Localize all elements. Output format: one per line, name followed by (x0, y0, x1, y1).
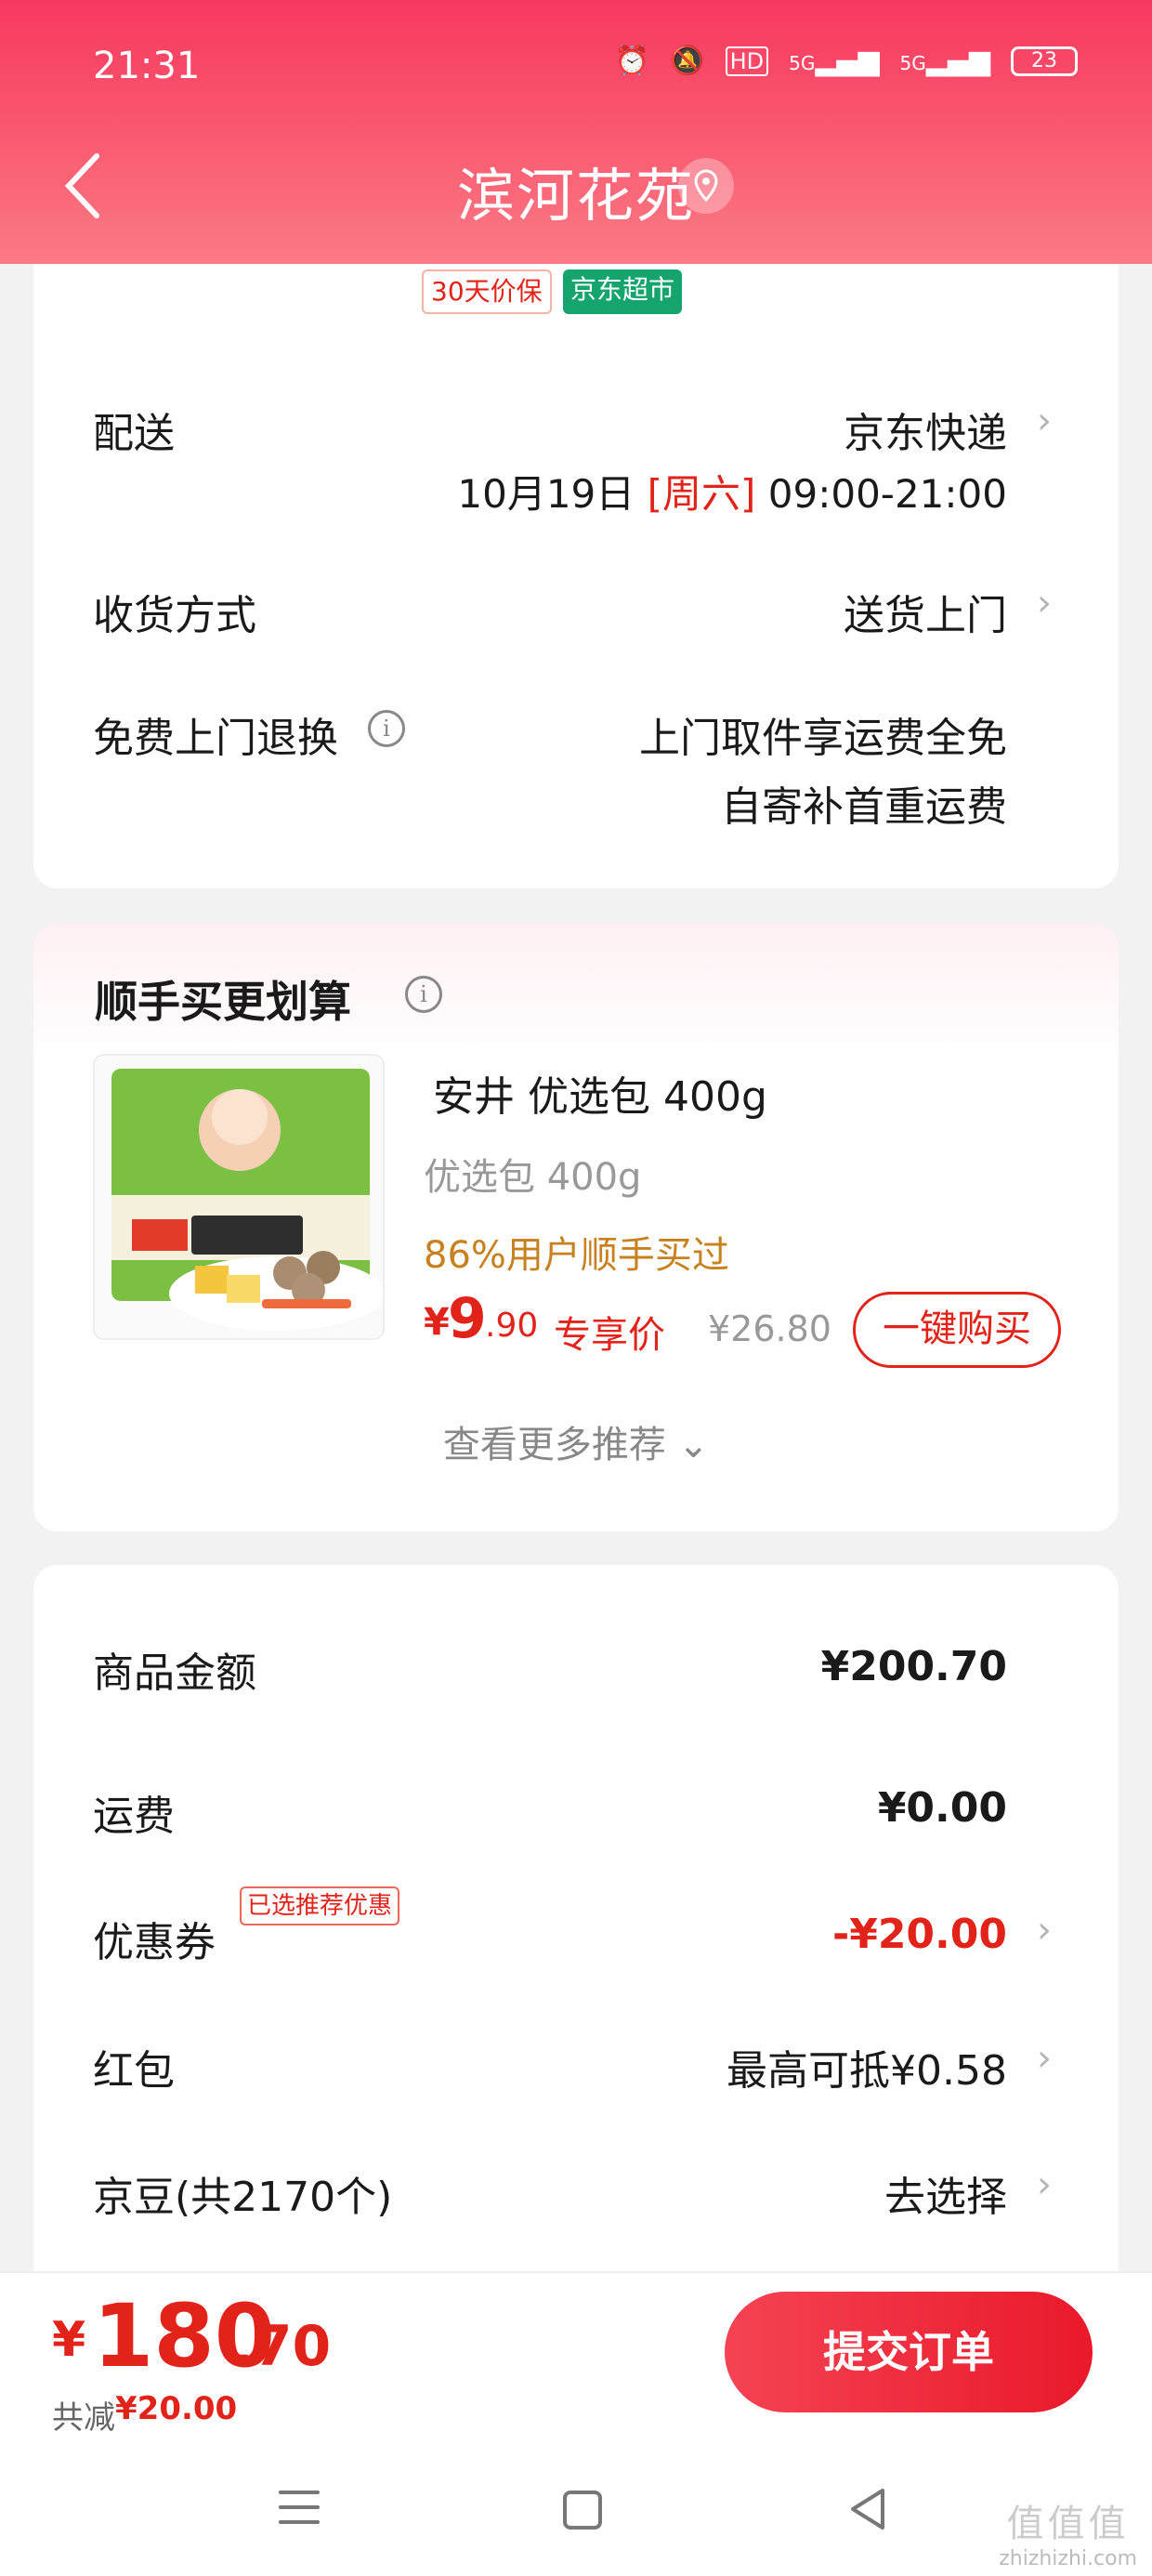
mute-bell-icon: 🔕 (670, 45, 705, 77)
chevron-right-icon: › (1037, 2163, 1052, 2206)
coupon-label: 优惠券 (93, 1919, 216, 1966)
original-price: ¥26.80 (708, 1308, 831, 1349)
red-packet-label: 红包 (93, 2047, 175, 2095)
status-time: 21:31 (93, 45, 201, 87)
status-bar: 21:31 ⏰ 🔕 HD 5G▂▄▆ 5G▂▄▆ 23 (0, 37, 1152, 102)
free-return-line2: 自寄补首重运费 (721, 783, 1007, 831)
alarm-icon: ⏰ (614, 45, 650, 77)
chevron-down-icon: ⌄ (677, 1424, 710, 1466)
chevron-right-icon: › (1037, 400, 1052, 442)
total-decimal: .70 (232, 2314, 332, 2379)
addon-title: 顺手买更划算 (95, 977, 351, 1027)
goods-amount-value: ¥200.70 (820, 1643, 1007, 1690)
status-icons: ⏰ 🔕 HD 5G▂▄▆ 5G▂▄▆ 23 (615, 45, 1078, 77)
home-icon[interactable] (563, 2491, 602, 2530)
freight-value: ¥0.00 (877, 1784, 1007, 1832)
receive-method-label: 收货方式 (93, 592, 256, 639)
product-image[interactable] (93, 1054, 385, 1340)
free-return-line1: 上门取件享运费全免 (639, 715, 1007, 762)
price-integer: 9 (448, 1286, 487, 1351)
free-return-label: 免费上门退换 (93, 715, 338, 762)
system-nav-bar: 值值值 zhizhizhi.com (0, 2457, 1152, 2576)
jd-market-tag: 京东超市 (563, 269, 683, 314)
discount-label: 共减 (52, 2399, 115, 2437)
delivery-card: 30天价保 京东超市 配送 京东快递 › 10月19日 [周六] 09:00-2… (33, 232, 1119, 888)
product-spec: 优选包 400g (424, 1156, 642, 1199)
signal-icon: 5G▂▄▆ (789, 45, 880, 77)
signal-icon-2: 5G▂▄▆ (899, 45, 990, 77)
back-triangle-icon[interactable] (845, 2485, 890, 2533)
freight-label: 运费 (93, 1793, 175, 1840)
watermark: 值值值 zhizhizhi.com (999, 2503, 1137, 2570)
delivery-carrier: 京东快递 (844, 410, 1007, 457)
page-title: 滨河花苑 (456, 162, 695, 230)
exclusive-price-label: 专享价 (554, 1314, 665, 1357)
price-summary-card: 商品金额 ¥200.70 运费 ¥0.00 优惠券 已选推荐优惠 -¥20.00… (33, 1565, 1119, 2308)
coupon-value: -¥20.00 (831, 1911, 1007, 1958)
see-more-recommendations[interactable]: 查看更多推荐 ⌄ (33, 1414, 1119, 1468)
jd-beans-value: 去选择 (884, 2174, 1007, 2221)
delivery-time: 10月19日 [周六] 09:00-21:00 (457, 471, 1007, 517)
checkout-bar: ¥ 180 .70 共减 ¥20.00 提交订单 (0, 2271, 1152, 2457)
one-click-buy-button[interactable]: 一键购买 (853, 1292, 1061, 1368)
social-proof: 86%用户顺手买过 (424, 1234, 729, 1277)
info-icon[interactable]: i (368, 710, 405, 747)
submit-order-button[interactable]: 提交订单 (725, 2292, 1093, 2412)
goods-amount-label: 商品金额 (93, 1649, 256, 1697)
price-decimal: .90 (485, 1307, 539, 1345)
delivery-label: 配送 (93, 410, 175, 457)
app-header: 21:31 ⏰ 🔕 HD 5G▂▄▆ 5G▂▄▆ 23 滨河花苑 (0, 0, 1152, 264)
chevron-right-icon: › (1037, 2037, 1052, 2080)
chevron-right-icon: › (1037, 1909, 1052, 1952)
nav-bar: 滨河花苑 (0, 139, 1152, 232)
price-symbol: ¥ (424, 1301, 450, 1344)
menu-icon[interactable] (279, 2491, 320, 2531)
receive-method-value: 送货上门 (844, 592, 1007, 639)
product-name[interactable]: 安井 优选包 400g (433, 1063, 767, 1123)
addon-card: 顺手买更划算 i 安井 优选包 400g 优选包 400g 86%用户顺手买过 … (33, 924, 1119, 1531)
chevron-right-icon: › (1037, 582, 1052, 624)
battery-icon: 23 (1011, 46, 1078, 76)
price-protect-tag: 30天价保 (422, 269, 552, 314)
total-symbol: ¥ (52, 2312, 86, 2368)
jd-beans-label: 京豆(共2170个) (93, 2174, 393, 2221)
red-packet-value: 最高可抵¥0.58 (727, 2047, 1007, 2095)
discount-value: ¥20.00 (115, 2390, 238, 2427)
hd-icon: HD (725, 46, 769, 76)
info-icon[interactable]: i (405, 976, 442, 1013)
location-pin-icon[interactable] (678, 158, 734, 214)
coupon-badge: 已选推荐优惠 (240, 1886, 400, 1925)
